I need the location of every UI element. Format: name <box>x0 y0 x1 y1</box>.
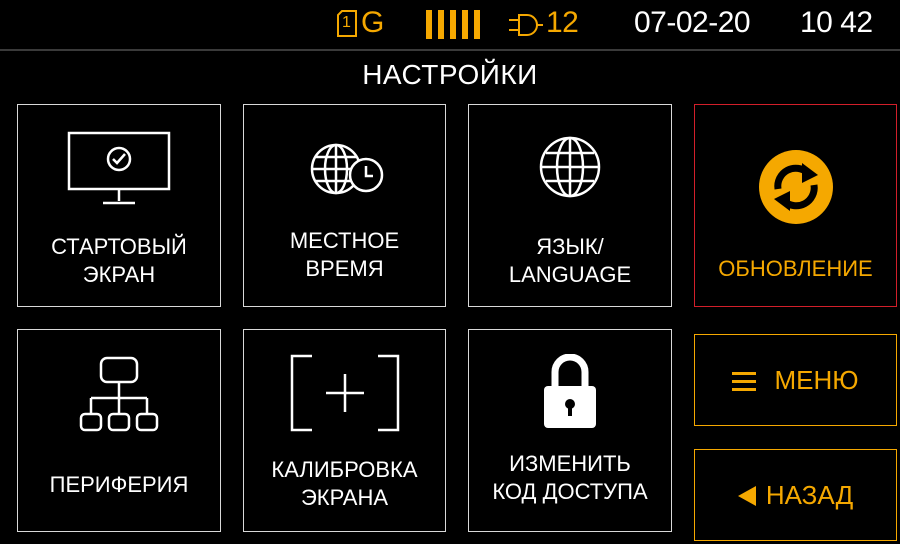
tile-peripherals[interactable]: ПЕРИФЕРИЯ <box>17 329 221 532</box>
status-bar: 1 G 12 07-02-20 10 42 <box>0 0 900 48</box>
network-tree-icon <box>18 356 220 438</box>
tile-change-access-code[interactable]: ИЗМЕНИТЬ КОД ДОСТУПА <box>468 329 672 532</box>
tile-local-time[interactable]: МЕСТНОЕ ВРЕМЯ <box>243 104 446 307</box>
sim-slot-label: 1 <box>342 14 351 31</box>
tile-screen-calibration-label: КАЛИБРОВКА ЭКРАНА <box>271 457 418 510</box>
network-type: G <box>361 6 384 39</box>
lock-icon <box>469 354 671 430</box>
tile-start-screen-label: СТАРТОВЫЙ ЭКРАН <box>51 234 187 287</box>
status-divider <box>0 49 900 51</box>
sim-card-icon: 1 <box>337 10 357 37</box>
hamburger-icon <box>732 370 757 391</box>
globe-icon <box>469 135 671 199</box>
back-button[interactable]: НАЗАД <box>694 449 897 541</box>
back-button-label: НАЗАД <box>765 479 854 510</box>
menu-button-label: МЕНЮ <box>774 364 859 395</box>
page-title: НАСТРОЙКИ <box>362 59 538 90</box>
crosshair-bracket-icon <box>244 354 445 434</box>
refresh-icon <box>695 149 896 225</box>
tile-local-time-label: МЕСТНОЕ ВРЕМЯ <box>289 228 400 281</box>
tile-update-label: ОБНОВЛЕНИЕ <box>718 256 873 281</box>
signal-strength-icon <box>426 10 482 39</box>
tile-peripherals-label: ПЕРИФЕРИЯ <box>49 472 189 497</box>
tile-update[interactable]: ОБНОВЛЕНИЕ <box>694 104 897 307</box>
tile-start-screen[interactable]: СТАРТОВЫЙ ЭКРАН <box>17 104 221 307</box>
tile-language[interactable]: ЯЗЫК/ LANGUAGE <box>468 104 672 307</box>
menu-button[interactable]: МЕНЮ <box>694 334 897 426</box>
triangle-left-icon <box>737 485 756 506</box>
tile-screen-calibration[interactable]: КАЛИБРОВКА ЭКРАНА <box>243 329 446 532</box>
globe-clock-icon <box>244 139 445 199</box>
status-date: 07-02-20 <box>634 6 751 39</box>
status-time: 10 42 <box>800 6 873 39</box>
monitor-check-icon <box>18 131 220 211</box>
tile-change-access-code-label: ИЗМЕНИТЬ КОД ДОСТУПА <box>492 451 648 504</box>
power-value: 12 <box>546 6 579 39</box>
tile-language-label: ЯЗЫК/ LANGUAGE <box>508 234 632 287</box>
power-plug-icon <box>507 12 543 38</box>
